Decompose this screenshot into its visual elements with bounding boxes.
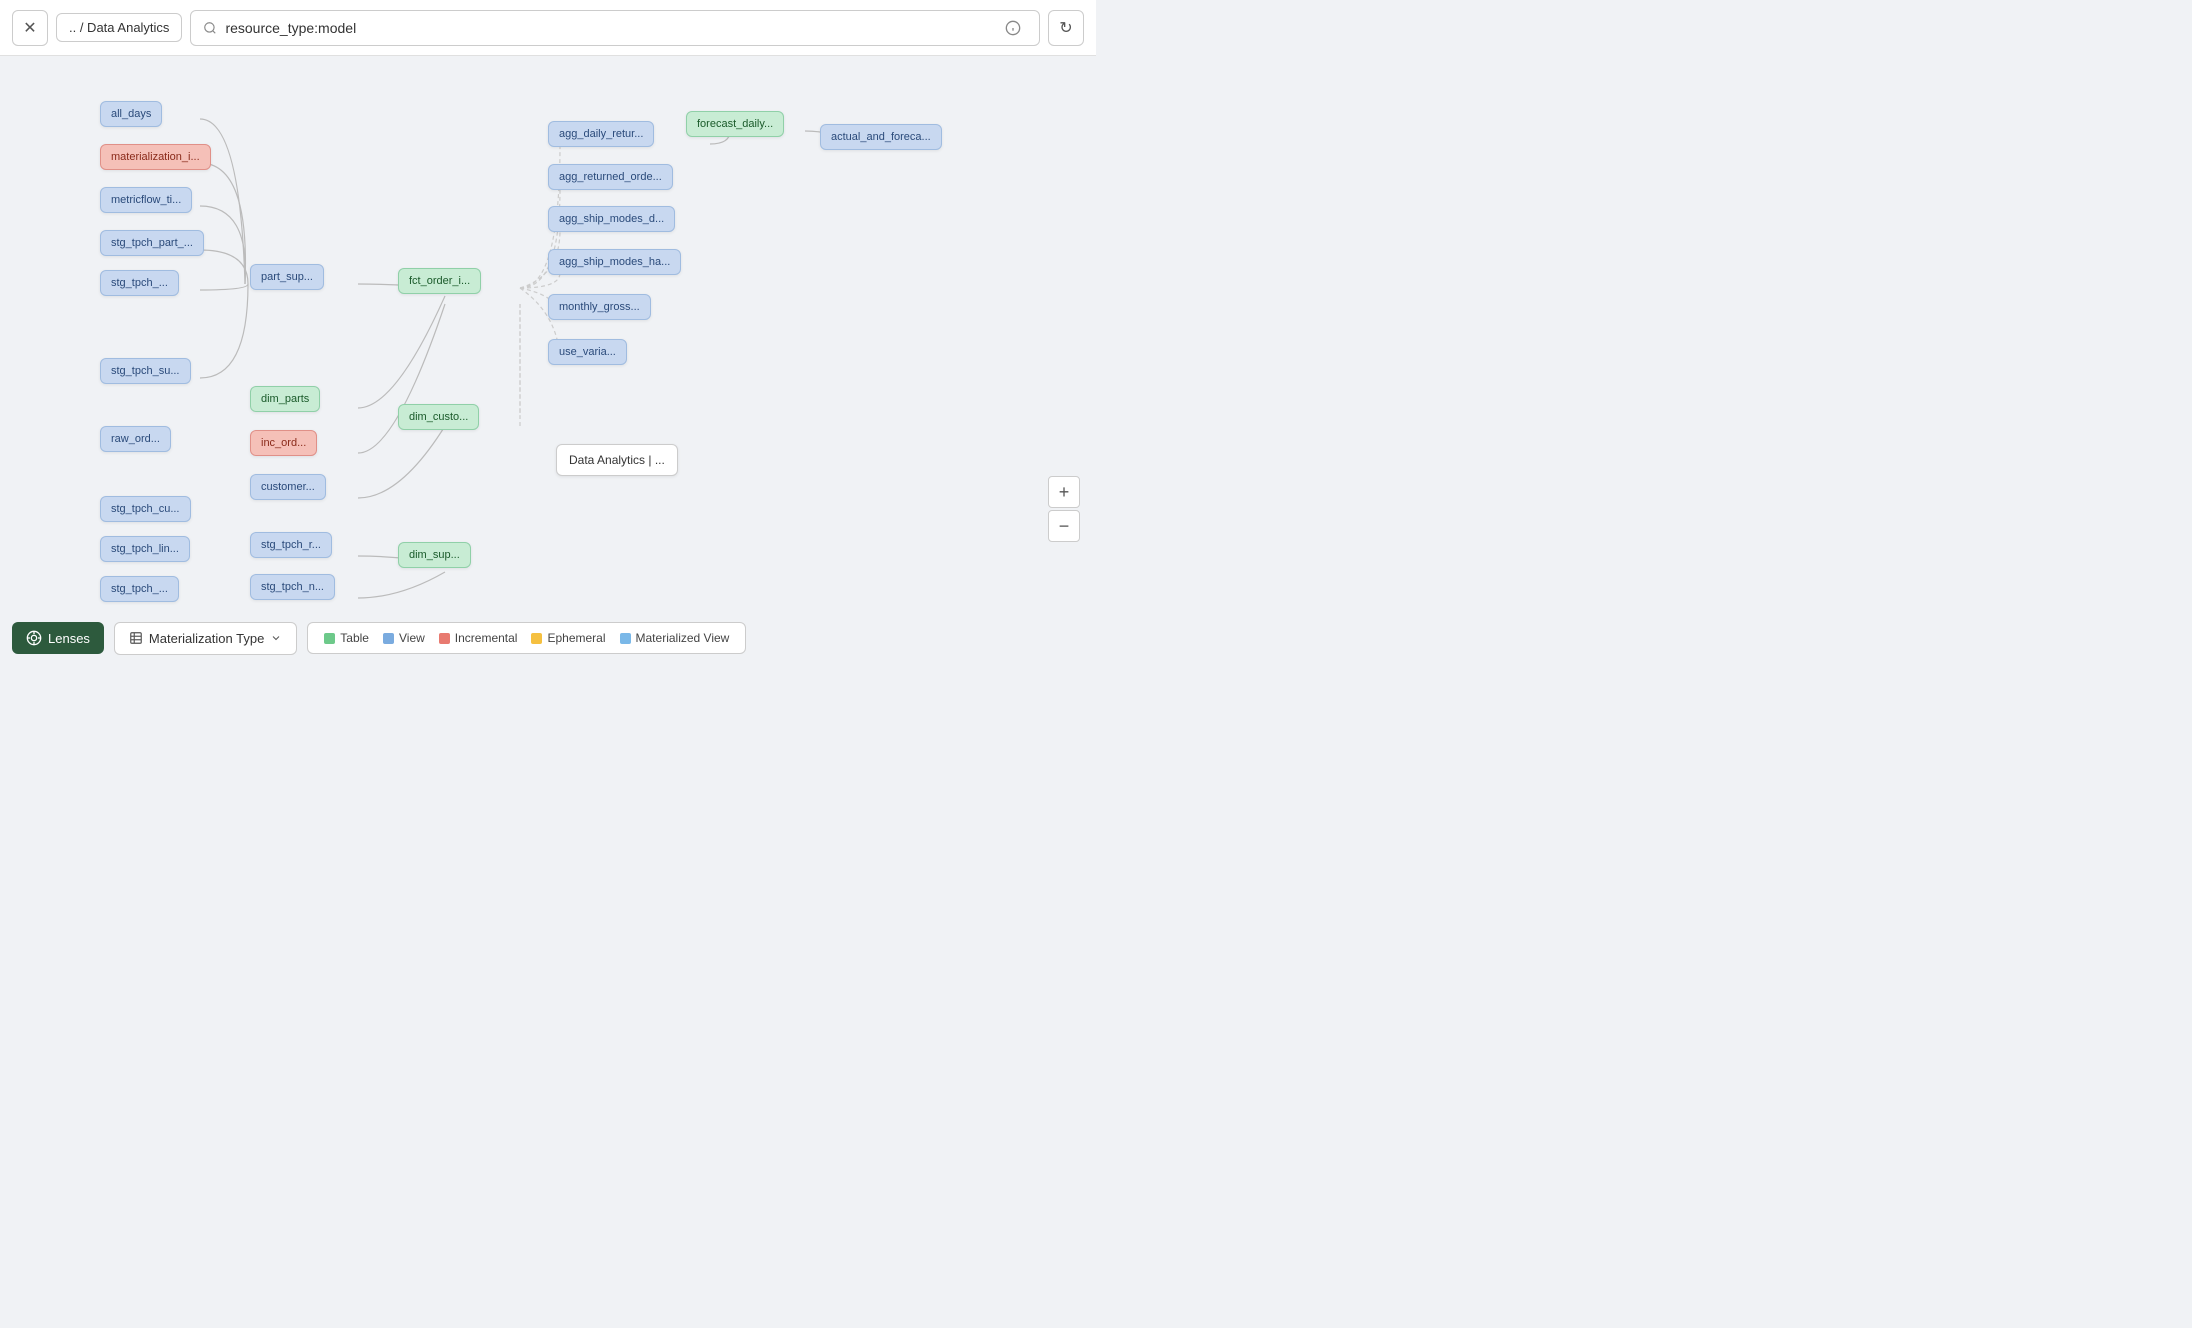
top-bar: ✕ .. / Data Analytics ↻	[0, 0, 1096, 56]
node-dim-custo1[interactable]: dim_custo...	[398, 404, 479, 430]
node-stg-tpch[interactable]: stg_tpch_...	[100, 270, 179, 296]
node-forecast-daily[interactable]: forecast_daily...	[686, 111, 784, 137]
lenses-icon	[26, 630, 42, 646]
node-fct-order-i[interactable]: fct_order_i...	[398, 268, 481, 294]
node-agg-returned[interactable]: agg_returned_orde...	[548, 164, 673, 190]
node-stg-tpch-su[interactable]: stg_tpch_su...	[100, 358, 191, 384]
node-all-days[interactable]: all_days	[100, 101, 162, 127]
node-inc-ord[interactable]: inc_ord...	[250, 430, 317, 456]
canvas-area: all_days materialization_i... metricflow…	[0, 56, 1096, 612]
legend-materialized-view-dot	[620, 633, 631, 644]
info-icon	[1005, 20, 1021, 36]
node-metricflow[interactable]: metricflow_ti...	[100, 187, 192, 213]
search-icon	[203, 21, 217, 35]
breadcrumb-button[interactable]: .. / Data Analytics	[56, 13, 182, 42]
table-icon	[129, 631, 143, 645]
node-dim-sup[interactable]: dim_sup...	[398, 542, 471, 568]
node-agg-daily[interactable]: agg_daily_retur...	[548, 121, 654, 147]
node-use-varia[interactable]: use_varia...	[548, 339, 627, 365]
materialization-type-button[interactable]: Materialization Type	[114, 622, 297, 655]
node-stg-tpch-n[interactable]: stg_tpch_n...	[250, 574, 335, 600]
lenses-button[interactable]: Lenses	[12, 622, 104, 654]
search-input[interactable]	[225, 20, 991, 36]
zoom-in-button[interactable]: +	[1048, 476, 1080, 508]
node-mat-i[interactable]: materialization_i...	[100, 144, 211, 170]
refresh-button[interactable]: ↻	[1048, 10, 1084, 46]
node-raw-ord[interactable]: raw_ord...	[100, 426, 171, 452]
legend: Table View Incremental Ephemeral Materia…	[307, 622, 746, 654]
legend-ephemeral-dot	[531, 633, 542, 644]
node-stg-tpch-part[interactable]: stg_tpch_part_...	[100, 230, 204, 256]
node-part-sup[interactable]: part_sup...	[250, 264, 324, 290]
node-actual-foreca[interactable]: actual_and_foreca...	[820, 124, 942, 150]
node-dim-parts[interactable]: dim_parts	[250, 386, 320, 412]
legend-table: Table	[324, 631, 369, 645]
legend-materialized-view: Materialized View	[620, 631, 730, 645]
node-stg-tpch-lin[interactable]: stg_tpch_lin...	[100, 536, 190, 562]
legend-view-dot	[383, 633, 394, 644]
zoom-out-button[interactable]: −	[1048, 510, 1080, 542]
close-button[interactable]: ✕	[12, 10, 48, 46]
node-monthly-gross[interactable]: monthly_gross...	[548, 294, 651, 320]
node-stg-tpch2[interactable]: stg_tpch_...	[100, 576, 179, 602]
legend-incremental: Incremental	[439, 631, 518, 645]
legend-table-dot	[324, 633, 335, 644]
node-stg-tpch-r[interactable]: stg_tpch_r...	[250, 532, 332, 558]
zoom-controls: + −	[1048, 476, 1080, 542]
chevron-down-icon	[270, 632, 282, 644]
node-agg-ship-h[interactable]: agg_ship_modes_ha...	[548, 249, 681, 275]
node-agg-ship-d[interactable]: agg_ship_modes_d...	[548, 206, 675, 232]
legend-incremental-dot	[439, 633, 450, 644]
info-button[interactable]	[999, 14, 1027, 42]
legend-ephemeral: Ephemeral	[531, 631, 605, 645]
legend-view: View	[383, 631, 425, 645]
node-customer1[interactable]: customer...	[250, 474, 326, 500]
node-data-analytics-group[interactable]: Data Analytics | ...	[556, 444, 678, 476]
search-bar	[190, 10, 1040, 46]
node-stg-tpch-cu[interactable]: stg_tpch_cu...	[100, 496, 191, 522]
bottom-bar: Lenses Materialization Type Table View I…	[0, 612, 1096, 664]
